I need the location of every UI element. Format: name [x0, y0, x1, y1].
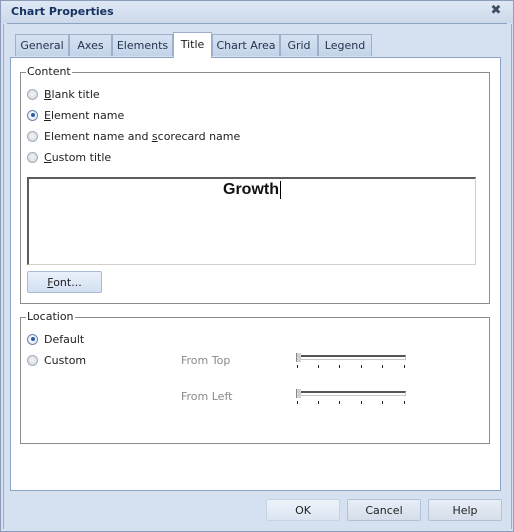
radio-label: Custom — [44, 353, 87, 367]
slider-tick — [297, 365, 298, 368]
slider-tick — [339, 401, 340, 404]
slider-track — [298, 391, 406, 396]
radio-circle — [27, 151, 38, 163]
radio-element-name[interactable]: Element name — [27, 107, 124, 123]
from-top-label: From Top — [181, 354, 231, 367]
radio-circle — [27, 130, 38, 142]
slider-tick — [404, 365, 405, 368]
dialog-title: Chart Properties — [11, 5, 114, 18]
slider-tick — [361, 365, 362, 368]
content-group: Content Blank title Element name Element… — [20, 65, 490, 304]
slider-tick — [382, 401, 383, 404]
cancel-button[interactable]: Cancel — [347, 499, 421, 521]
close-icon[interactable]: ✖ — [489, 4, 503, 18]
slider-tick — [318, 365, 319, 368]
title-text: Growth — [223, 181, 281, 199]
radio-label: Blank title — [44, 87, 100, 101]
radio-blank-title[interactable]: Blank title — [27, 86, 100, 102]
slider-tick — [318, 401, 319, 404]
radio-label: Element name — [44, 108, 125, 122]
radio-location-custom[interactable]: Custom — [27, 352, 86, 368]
slider-thumb[interactable] — [296, 353, 301, 362]
radio-circle-checked — [27, 109, 38, 121]
radio-custom-title[interactable]: Custom title — [27, 149, 111, 165]
tab-legend[interactable]: Legend — [318, 34, 372, 56]
slider-track — [298, 355, 406, 360]
from-left-slider[interactable] — [296, 388, 408, 408]
location-group-label: Location — [26, 310, 75, 323]
slider-tick — [339, 365, 340, 368]
slider-tick — [361, 401, 362, 404]
radio-circle-checked — [27, 333, 38, 345]
radio-label: Custom title — [44, 150, 112, 164]
tab-elements[interactable]: Elements — [112, 34, 173, 56]
slider-tick — [382, 365, 383, 368]
radio-label: Default — [44, 332, 85, 346]
tab-axes[interactable]: Axes — [69, 34, 112, 56]
tab-chart-area[interactable]: Chart Area — [212, 34, 280, 56]
from-left-label: From Left — [181, 390, 233, 403]
radio-circle — [27, 354, 38, 366]
radio-location-default[interactable]: Default — [27, 331, 84, 347]
content-group-label: Content — [26, 65, 72, 78]
tab-general[interactable]: General — [15, 34, 69, 56]
location-group: Location Default Custom From Top From Le… — [20, 310, 490, 444]
slider-tick — [297, 401, 298, 404]
font-button[interactable]: Font... — [27, 271, 102, 293]
slider-tick — [404, 401, 405, 404]
chart-properties-dialog: Chart Properties ✖ General Axes Elements… — [0, 0, 514, 532]
title-bar: Chart Properties ✖ — [1, 1, 513, 23]
help-button[interactable]: Help — [428, 499, 502, 521]
tab-grid[interactable]: Grid — [280, 34, 318, 56]
radio-label: Element name and scorecard name — [44, 129, 241, 143]
title-tab-panel: Content Blank title Element name Element… — [10, 57, 501, 491]
radio-element-and-scorecard-name[interactable]: Element name and scorecard name — [27, 128, 240, 144]
title-text-input[interactable]: Growth — [27, 177, 476, 265]
from-top-slider[interactable] — [296, 352, 408, 372]
radio-circle — [27, 88, 38, 100]
slider-thumb[interactable] — [296, 389, 301, 398]
ok-button[interactable]: OK — [266, 499, 340, 521]
tab-title[interactable]: Title — [173, 32, 212, 58]
